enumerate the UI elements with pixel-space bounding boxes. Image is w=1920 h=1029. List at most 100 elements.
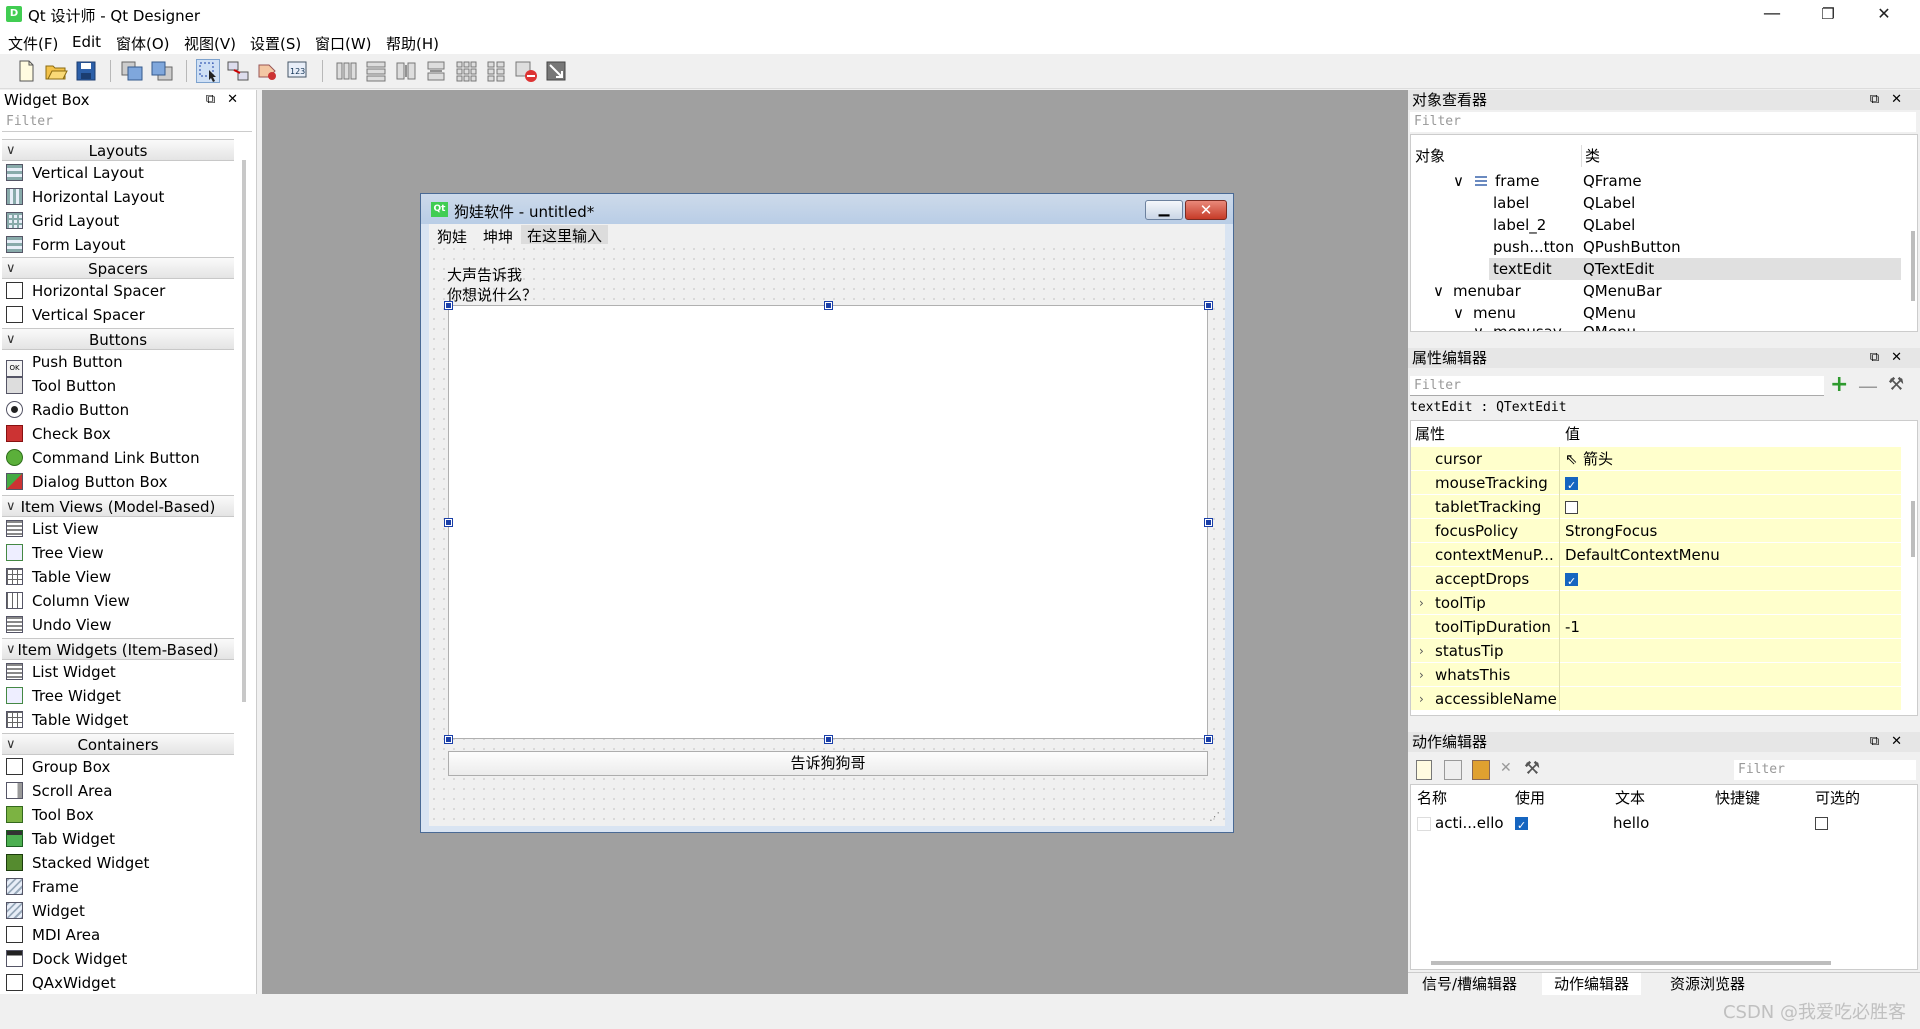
category-item-views[interactable]: ∨ Item Views (Model-Based) [2,495,234,517]
widget-stacked-widget[interactable]: Stacked Widget [6,851,234,875]
col-value-header[interactable]: 值 [1565,421,1580,447]
widget-push-button[interactable]: OK Push Button [6,350,234,377]
property-row-mousetracking[interactable]: mouseTracking [1411,471,1901,498]
action-used-checkbox[interactable] [1515,811,1528,838]
selection-handle[interactable] [1204,301,1213,310]
tree-row-label[interactable]: label QLabel [1411,192,1901,214]
property-row-focuspolicy[interactable]: focusPolicy StrongFocus [1411,519,1901,543]
widget-vertical-layout[interactable]: Vertical Layout [6,161,234,185]
widget-column-view[interactable]: Column View [6,589,234,613]
col-class-header[interactable]: 类 [1585,143,1600,169]
widget-tab-widget[interactable]: Tab Widget [6,827,234,851]
selection-handle[interactable] [444,518,453,527]
widget-table-view[interactable]: Table View [6,565,234,589]
new-action-icon[interactable] [1416,760,1432,780]
configure-wrench-icon[interactable]: ⚒ [1524,758,1540,779]
edit-tab-order-icon[interactable]: 123 [286,59,310,83]
label[interactable]: 大声告诉我 [447,264,522,285]
property-table-scrollbar[interactable] [1911,501,1915,557]
object-inspector-filter[interactable]: Filter [1410,112,1916,132]
widget-horizontal-layout[interactable]: Horizontal Layout [6,185,234,209]
form-window[interactable]: Qt 狗娃软件 - untitled* ▁ ✕ 狗娃 坤坤 在这里输入 大声告诉… [420,193,1234,833]
widget-tree-view[interactable]: Tree View [6,541,234,565]
dock-float-close-icons[interactable]: ⧉✕ [1870,732,1914,752]
action-checkable-checkbox[interactable] [1815,811,1828,835]
menu-window[interactable]: 窗口(W) [315,33,372,54]
tab-action-editor[interactable]: 动作编辑器 [1542,973,1642,995]
form-minimize-button[interactable]: ▁ [1145,200,1183,220]
widget-group-box[interactable]: Group Box [6,755,234,779]
tree-row-menubar[interactable]: ∨ menubar QMenuBar [1411,280,1901,302]
widget-undo-view[interactable]: Undo View [6,613,234,637]
category-containers[interactable]: ∨ Containers [2,733,234,755]
col-object-header[interactable]: 对象 [1415,143,1445,169]
dock-float-close-icons[interactable]: ⧉✕ [1870,348,1914,368]
selection-handle[interactable] [444,301,453,310]
widget-box-filter[interactable]: Filter [2,112,252,132]
property-row-acceptdrops[interactable]: acceptDrops [1411,567,1901,594]
property-filter[interactable]: Filter [1410,376,1824,396]
form-close-button[interactable]: ✕ [1185,200,1227,220]
layout-horizontal-icon[interactable] [334,59,358,83]
menu-help[interactable]: 帮助(H) [386,33,439,54]
category-layouts[interactable]: ∨ Layouts [2,139,234,161]
tree-row-pushbutton[interactable]: push...tton QPushButton [1411,236,1901,258]
tablettracking-checkbox[interactable] [1565,495,1578,519]
widget-grid-layout[interactable]: Grid Layout [6,209,234,233]
widget-table-widget[interactable]: Table Widget [6,708,234,732]
label-2[interactable]: 你想说什么？ [447,284,537,305]
property-row-accessiblename[interactable]: › accessibleName [1411,687,1901,711]
widget-widget[interactable]: Widget [6,899,234,923]
widget-tree-widget[interactable]: Tree Widget [6,684,234,708]
paste-action-icon[interactable] [1472,760,1490,780]
text-edit[interactable] [448,305,1208,739]
col-property-header[interactable]: 属性 [1415,421,1445,447]
tab-signal-slot-editor[interactable]: 信号/槽编辑器 [1410,973,1529,995]
form-menu-gouwa[interactable]: 狗娃 [437,226,467,247]
tree-row-textedit-selected[interactable]: textEdit QTextEdit [1489,258,1901,280]
layout-form-icon[interactable] [484,59,508,83]
object-tree-scrollbar[interactable] [1911,231,1915,301]
save-icon[interactable] [74,59,98,83]
add-dynamic-property-icon[interactable]: + [1830,372,1848,397]
category-buttons[interactable]: ∨ Buttons [2,328,234,350]
bring-to-front-icon[interactable] [120,59,144,83]
push-button[interactable]: 告诉狗狗哥 [448,751,1208,776]
minimize-button[interactable]: — [1744,0,1800,30]
form-central-widget[interactable]: 狗娃 坤坤 在这里输入 大声告诉我 你想说什么？ 告诉狗狗哥 ⋰ [429,224,1225,826]
category-spacers[interactable]: ∨ Spacers [2,257,234,279]
widget-form-layout[interactable]: Form Layout [6,233,234,257]
widget-command-link-button[interactable]: Command Link Button [6,446,234,470]
widget-frame[interactable]: Frame [6,875,234,899]
widget-dialog-button-box[interactable]: Dialog Button Box [6,470,234,494]
dock-float-close-icons[interactable]: ⧉✕ [1870,90,1914,110]
property-row-contextmenupolicy[interactable]: contextMenuP... DefaultContextMenu [1411,543,1901,567]
layout-splitter-horizontal-icon[interactable] [394,59,418,83]
widget-tool-box[interactable]: Tool Box [6,803,234,827]
tree-row-frame[interactable]: ∨ frame QFrame [1411,170,1901,192]
dock-float-close-icons[interactable]: ⧉✕ [206,90,250,110]
widget-vertical-spacer[interactable]: Vertical Spacer [6,303,234,327]
selection-handle[interactable] [444,735,453,744]
selection-handle[interactable] [824,735,833,744]
col-text-header[interactable]: 文本 [1615,785,1645,811]
menu-edit[interactable]: Edit [72,33,101,51]
tree-row-menusav[interactable]: ∨ menusav QMenu [1411,321,1901,331]
tree-row-label-2[interactable]: label_2 QLabel [1411,214,1901,236]
size-grip-icon[interactable]: ⋰ [1209,810,1220,823]
menu-form[interactable]: 窗体(O) [116,33,170,54]
layout-splitter-vertical-icon[interactable] [424,59,448,83]
property-row-tooltipduration[interactable]: toolTipDuration -1 [1411,615,1901,639]
restore-button[interactable]: ❐ [1800,0,1856,30]
send-to-back-icon[interactable] [150,59,174,83]
col-checkable-header[interactable]: 可选的 [1815,785,1860,811]
widget-scroll-area[interactable]: Scroll Area [6,779,234,803]
edit-signals-slots-icon[interactable] [226,59,250,83]
col-used-header[interactable]: 使用 [1515,785,1545,811]
selection-handle[interactable] [1204,518,1213,527]
delete-action-icon[interactable]: ✕ [1500,760,1512,776]
property-row-tooltip[interactable]: › toolTip [1411,591,1901,615]
tab-resource-browser[interactable]: 资源浏览器 [1658,973,1757,995]
copy-action-icon[interactable] [1444,760,1462,780]
acceptdrops-checkbox[interactable] [1565,567,1578,594]
